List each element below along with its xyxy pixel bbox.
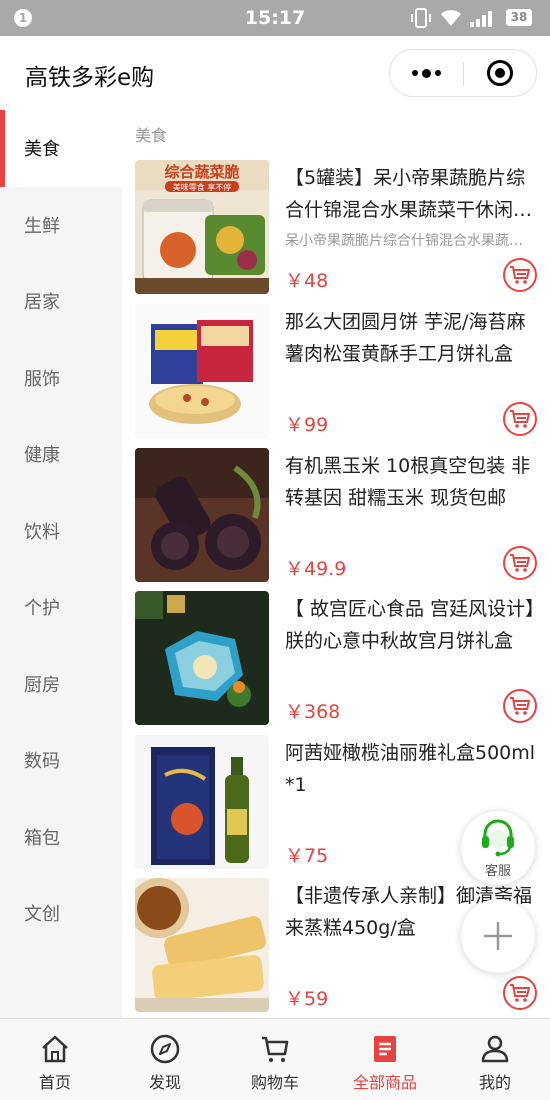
tab-all-products[interactable]: 全部商品: [330, 1019, 440, 1100]
sidebar-item-label: 健康: [24, 445, 60, 467]
sidebar-item-label: 数码: [24, 751, 60, 773]
sidebar-item-label: 厨房: [24, 674, 60, 696]
tab-mine[interactable]: 我的: [440, 1019, 550, 1100]
battery-icon: 38: [506, 9, 532, 26]
add-to-cart-button[interactable]: [503, 689, 537, 723]
sidebar-item-drinks[interactable]: 饮料: [0, 493, 122, 570]
product-price: ￥49.9: [285, 558, 347, 580]
section-title: 美食: [135, 126, 168, 145]
sidebar-item-bags[interactable]: 箱包: [0, 799, 122, 876]
sidebar-item-health[interactable]: 健康: [0, 416, 122, 493]
product-card[interactable]: 综合蔬菜脆 美味零食 享不停 【5罐装】呆小帝果蔬脆片综合什锦混合水果蔬菜干休闲…: [135, 160, 545, 295]
sidebar-item-apparel[interactable]: 服饰: [0, 340, 122, 417]
product-image: [135, 448, 269, 582]
tab-label: 发现: [148, 1073, 181, 1092]
product-card[interactable]: 有机黑玉米 10根真空包装 非转基因 甜糯玉米 现货包邮 ￥49.9: [135, 448, 545, 583]
sidebar-item-label: 生鲜: [24, 215, 60, 237]
signal-icon: [470, 11, 492, 27]
tab-label: 首页: [38, 1073, 71, 1092]
sidebar-item-food[interactable]: 美食: [0, 110, 122, 187]
customer-service-button[interactable]: 客服: [461, 811, 535, 885]
product-card[interactable]: 那么大团圆月饼 芋泥/海苔麻薯肉松蛋黄酥手工月饼礼盒 ￥99: [135, 304, 545, 439]
wifi-icon: [441, 10, 461, 26]
product-image-title: 综合蔬菜脆: [164, 163, 239, 181]
product-card[interactable]: 【 故宫匠心食品 宫廷风设计】朕的心意中秋故宫月饼礼盒 ￥368: [135, 591, 545, 726]
page-title: 高铁多彩e购: [25, 65, 155, 91]
status-bar: 1 15:17 38: [0, 0, 550, 36]
sidebar-item-home[interactable]: 居家: [0, 263, 122, 340]
compass-icon: [150, 1034, 180, 1064]
sidebar-item-label: 居家: [24, 292, 60, 314]
cart-icon: [510, 410, 530, 428]
product-image: [135, 591, 269, 725]
cart-icon: [510, 984, 530, 1002]
product-image: [135, 878, 269, 1012]
sidebar-item-label: 饮料: [24, 521, 60, 543]
more-dots-icon: [411, 68, 441, 78]
sidebar-item-kitchen[interactable]: 厨房: [0, 646, 122, 723]
more-button[interactable]: [390, 50, 462, 96]
add-to-cart-button[interactable]: [503, 976, 537, 1010]
product-image: 综合蔬菜脆 美味零食 享不停: [135, 160, 269, 294]
product-price: ￥368: [285, 701, 341, 723]
sidebar-item-label: 箱包: [24, 827, 60, 849]
product-name: 阿茜娅橄榄油丽雅礼盒500ml*1: [285, 742, 536, 796]
add-to-cart-button[interactable]: [503, 402, 537, 436]
sidebar-item-label: 文创: [24, 904, 60, 926]
cart-icon: [510, 697, 530, 715]
cart-icon: [510, 554, 530, 572]
product-image: [135, 735, 269, 869]
cart-icon: [510, 266, 530, 284]
tab-discover[interactable]: 发现: [110, 1019, 220, 1100]
tab-label: 我的: [478, 1073, 511, 1092]
header: 高铁多彩e购: [0, 36, 550, 110]
user-icon: [481, 1035, 509, 1063]
sidebar-item-personal-care[interactable]: 个护: [0, 569, 122, 646]
add-to-cart-button[interactable]: [503, 546, 537, 580]
product-image: [135, 304, 269, 438]
sidebar-item-label: 美食: [24, 139, 60, 161]
status-time: 15:17: [244, 7, 306, 29]
product-price: ￥59: [285, 988, 329, 1010]
customer-service-label: 客服: [484, 864, 511, 879]
product-name: 【 故宫匠心食品 宫廷风设计】朕的心意中秋故宫月饼礼盒: [285, 598, 535, 652]
product-name: 那么大团圆月饼 芋泥/海苔麻薯肉松蛋黄酥手工月饼礼盒: [285, 311, 526, 365]
document-icon: [374, 1036, 396, 1062]
plus-icon: [484, 922, 512, 950]
category-sidebar: 美食 生鲜 居家 服饰 健康 饮料 个护 厨房 数码 箱包 文创: [0, 110, 122, 1018]
add-to-cart-button[interactable]: [503, 258, 537, 292]
product-name: 【5罐装】呆小帝果蔬脆片综合什锦混合水果蔬菜干休闲零食: [285, 167, 533, 221]
sidebar-item-digital[interactable]: 数码: [0, 722, 122, 799]
product-price: ￥99: [285, 414, 329, 436]
product-name: 有机黑玉米 10根真空包装 非转基因 甜糯玉米 现货包邮: [285, 455, 531, 509]
target-icon: [487, 60, 513, 86]
close-button[interactable]: [464, 50, 536, 96]
tab-home[interactable]: 首页: [0, 1019, 110, 1100]
vibrate-icon: [411, 8, 431, 28]
sidebar-item-label: 服饰: [24, 368, 60, 390]
sidebar-item-fresh[interactable]: 生鲜: [0, 187, 122, 264]
sidebar-item-label: 个护: [24, 598, 60, 620]
cart-icon: [262, 1036, 289, 1062]
product-image-subtitle: 美味零食 享不停: [173, 182, 232, 192]
bottom-tab-bar: 首页 发现 购物车 全部商品 我的: [0, 1018, 550, 1100]
miniprogram-capsule: [389, 49, 537, 97]
tab-label: 全部商品: [352, 1073, 417, 1092]
home-icon: [42, 1035, 68, 1063]
product-desc: 呆小帝果蔬脆片综合什锦混合水果蔬菜干: [285, 233, 533, 249]
headset-icon: [482, 819, 514, 857]
product-price: ￥48: [285, 270, 329, 292]
tab-cart[interactable]: 购物车: [220, 1019, 330, 1100]
tab-label: 购物车: [250, 1073, 299, 1092]
sidebar-item-cultural[interactable]: 文创: [0, 875, 122, 952]
add-button[interactable]: [461, 899, 535, 973]
product-price: ￥75: [285, 845, 329, 867]
